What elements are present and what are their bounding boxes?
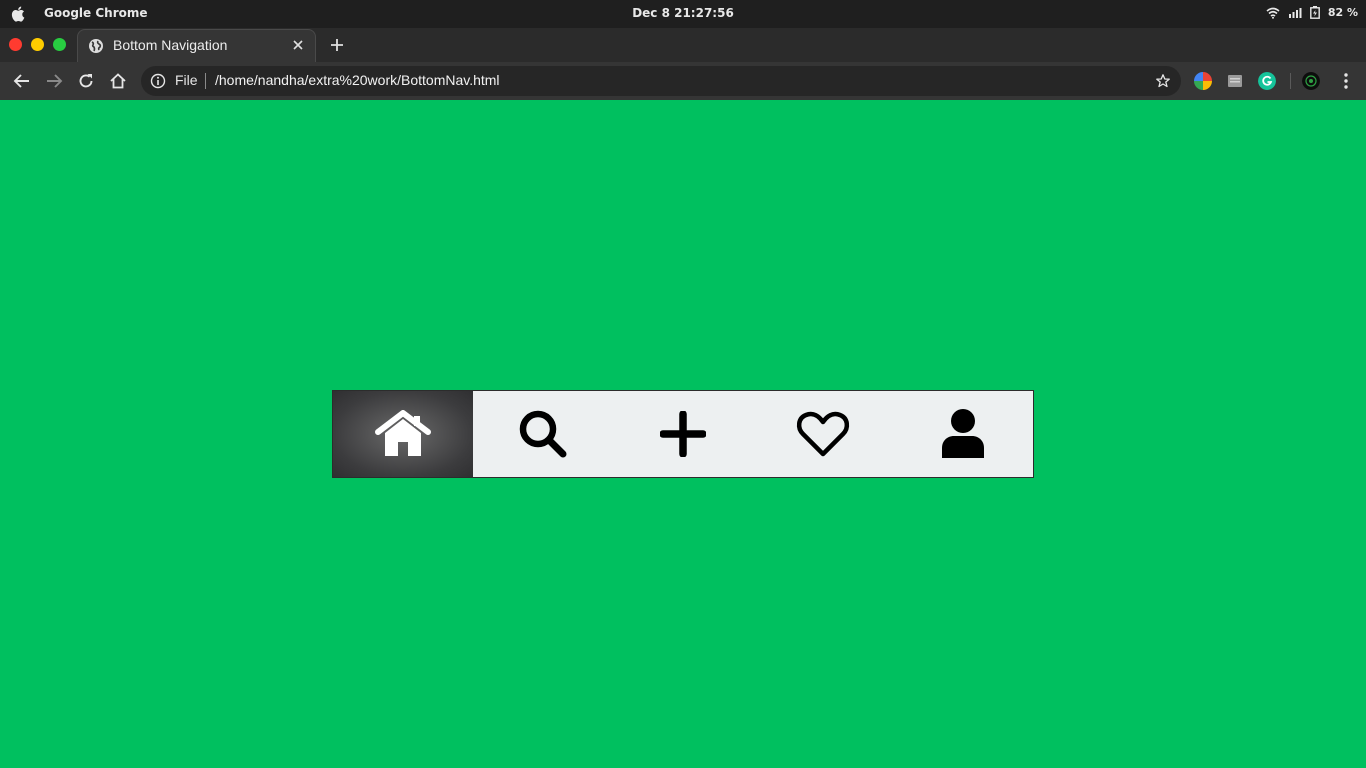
system-tray: 82 %	[1266, 6, 1358, 19]
wifi-icon[interactable]	[1266, 7, 1280, 19]
browser-tab-active[interactable]: Bottom Navigation	[77, 29, 316, 62]
window-minimize-button[interactable]	[31, 38, 44, 51]
bookmark-star-icon[interactable]	[1155, 73, 1171, 89]
nav-item-profile[interactable]	[893, 391, 1033, 477]
search-icon	[519, 410, 567, 458]
active-app-name[interactable]: Google Chrome	[44, 6, 148, 20]
window-maximize-button[interactable]	[53, 38, 66, 51]
toolbar-separator	[1290, 73, 1291, 89]
address-bar[interactable]: File /home/nandha/extra%20work/BottomNav…	[141, 66, 1181, 96]
apple-icon[interactable]	[10, 5, 28, 23]
menu-kebab-icon[interactable]	[1336, 71, 1356, 91]
forward-arrow-icon[interactable]	[44, 71, 64, 91]
nav-item-search[interactable]	[473, 391, 613, 477]
volume-icon[interactable]	[1288, 7, 1302, 19]
user-icon	[942, 409, 984, 458]
extension-color-icon[interactable]	[1194, 72, 1212, 90]
bottom-navigation	[332, 390, 1034, 478]
address-separator	[205, 73, 206, 89]
back-arrow-icon[interactable]	[12, 71, 32, 91]
grammarly-icon[interactable]	[1258, 72, 1276, 90]
nav-item-favorites[interactable]	[753, 391, 893, 477]
nav-item-home[interactable]	[333, 391, 473, 477]
profile-avatar-icon[interactable]	[1302, 72, 1320, 90]
battery-icon[interactable]	[1309, 6, 1320, 19]
os-top-bar: Google Chrome Dec 8 21:27:56 82 %	[0, 0, 1366, 28]
battery-percentage: 82 %	[1327, 6, 1358, 19]
close-icon[interactable]	[291, 38, 305, 52]
nav-item-add[interactable]	[613, 391, 753, 477]
reload-icon[interactable]	[76, 71, 96, 91]
home-icon	[375, 410, 431, 456]
tab-title: Bottom Navigation	[113, 37, 228, 53]
plus-icon	[660, 411, 706, 457]
home-button-icon[interactable]	[108, 71, 128, 91]
extension-reader-icon[interactable]	[1226, 72, 1244, 90]
globe-icon	[89, 39, 103, 53]
heart-icon	[796, 411, 850, 457]
info-icon[interactable]	[150, 73, 166, 89]
new-tab-icon[interactable]	[329, 37, 345, 53]
browser-toolbar: File /home/nandha/extra%20work/BottomNav…	[0, 62, 1366, 100]
browser-tab-strip: Bottom Navigation	[0, 28, 1366, 62]
window-close-button[interactable]	[9, 38, 22, 51]
scheme-label: File	[175, 72, 198, 88]
system-clock[interactable]: Dec 8 21:27:56	[0, 6, 1366, 20]
url-text[interactable]: /home/nandha/extra%20work/BottomNav.html	[215, 72, 500, 88]
